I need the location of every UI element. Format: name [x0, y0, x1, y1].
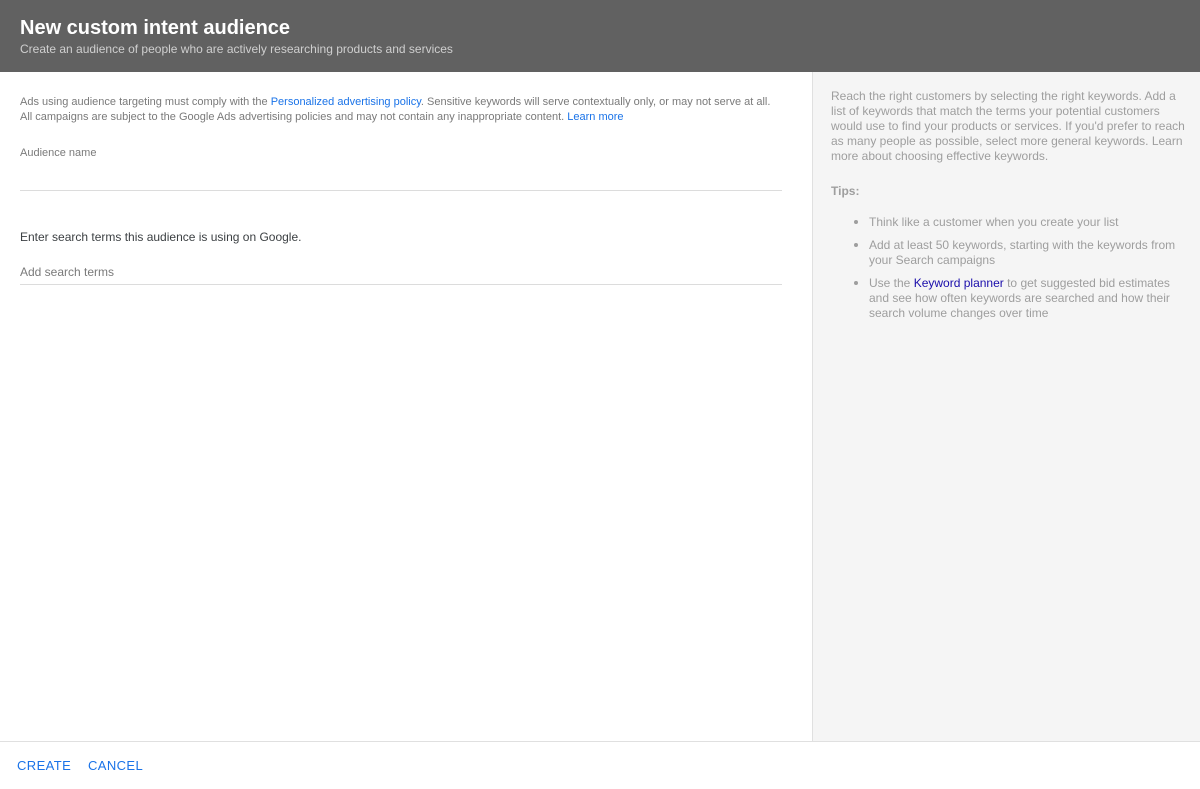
tip-item: Use the Keyword planner to get suggested… [851, 276, 1191, 321]
dialog-footer: CREATE CANCEL [0, 741, 1200, 789]
cancel-button[interactable]: CANCEL [88, 758, 143, 773]
policy-notice: Ads using audience targeting must comply… [20, 95, 785, 125]
audience-name-field: Audience name [20, 146, 782, 191]
help-intro: Reach the right customers by selecting t… [831, 89, 1185, 163]
dialog-title: New custom intent audience [20, 17, 291, 39]
policy-text-before: Ads using audience targeting must comply… [20, 96, 271, 108]
audience-name-label: Audience name [20, 147, 97, 159]
tip-item: Think like a customer when you create yo… [851, 215, 1191, 230]
audience-name-input[interactable] [20, 167, 782, 191]
tip-text: Think like a customer when you create yo… [869, 215, 1119, 229]
dialog-header: New custom intent audience Create an aud… [0, 0, 1200, 72]
search-terms-heading: Enter search terms this audience is usin… [20, 230, 302, 244]
main-panel: Ads using audience targeting must comply… [0, 72, 812, 741]
learn-more-link[interactable]: Learn more [567, 111, 623, 123]
dialog-subtitle: Create an audience of people who are act… [20, 42, 453, 56]
help-panel: Reach the right customers by selecting t… [812, 72, 1200, 741]
tip-text: Add at least 50 keywords, starting with … [869, 238, 1176, 267]
create-button[interactable]: CREATE [17, 758, 71, 773]
search-terms-input[interactable] [20, 255, 782, 285]
tips-list: Think like a customer when you create yo… [831, 215, 1186, 321]
tip-text-before: Use the [869, 276, 914, 290]
keyword-planner-link[interactable]: Keyword planner [914, 276, 1004, 290]
tips-label: Tips: [831, 184, 860, 198]
tip-item: Add at least 50 keywords, starting with … [851, 238, 1191, 268]
personalized-advertising-policy-link[interactable]: Personalized advertising policy [271, 96, 421, 108]
